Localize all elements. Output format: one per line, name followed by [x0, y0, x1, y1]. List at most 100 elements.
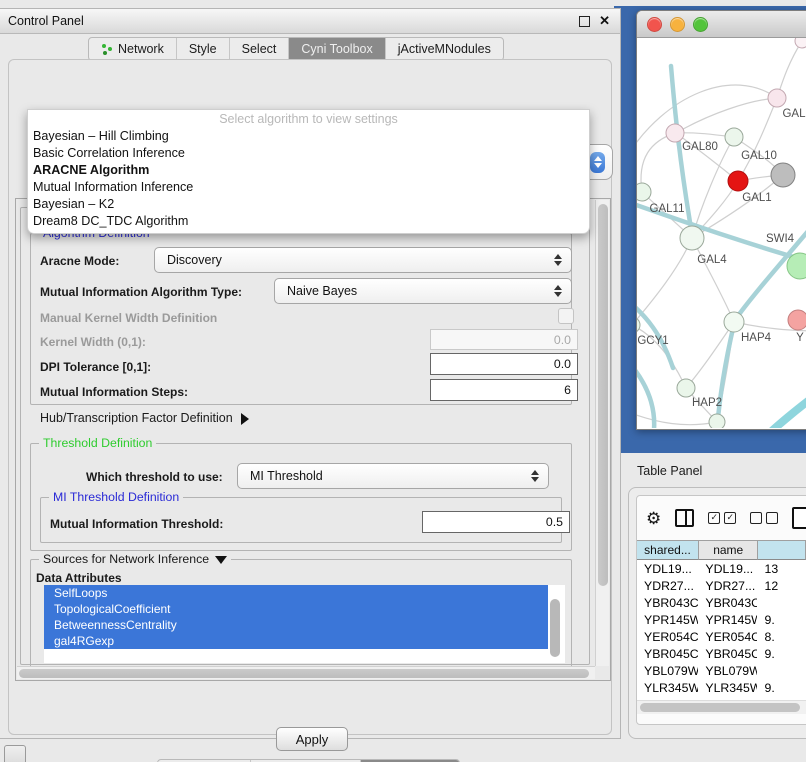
select-all-checkboxes-icon[interactable]: ✓✓: [708, 512, 736, 524]
network-edges-teal: [637, 66, 806, 428]
settings-vertical-scrollbar[interactable]: [595, 200, 609, 666]
tab-style[interactable]: Style: [177, 38, 230, 60]
network-node-hap2[interactable]: [677, 379, 695, 397]
kernel-width-field[interactable]: 0.0: [430, 329, 578, 350]
network-node-gcy1[interactable]: [637, 317, 640, 333]
list-scrollbar-thumb[interactable]: [550, 599, 560, 657]
zoom-traffic-light-icon[interactable]: [693, 17, 708, 32]
algorithm-option[interactable]: ARACNE Algorithm: [28, 162, 589, 179]
network-node-gal[interactable]: [768, 89, 786, 107]
table-cell: 12: [757, 579, 806, 593]
network-node-gal4[interactable]: [680, 226, 704, 250]
column-header[interactable]: [758, 540, 806, 560]
table-row[interactable]: YLR345WYLR345W9.: [637, 679, 806, 696]
algorithm-dropdown-items: Bayesian – Hill ClimbingBasic Correlatio…: [28, 128, 589, 230]
horizontal-scrollbar-thumb[interactable]: [19, 669, 589, 678]
gear-icon[interactable]: ⚙: [646, 510, 661, 527]
table-row[interactable]: YER054CYER054C8.: [637, 628, 806, 645]
table-cell: YBR045C: [637, 647, 698, 661]
network-node-gal10[interactable]: [725, 128, 743, 146]
tab-jactivemnodules[interactable]: jActiveMNodules: [386, 38, 503, 60]
mi-threshold-field[interactable]: 0.5: [422, 511, 570, 533]
node-table[interactable]: shared...name YDL19...YDL19...13YDR27...…: [637, 540, 806, 713]
sources-title: Sources for Network Inference: [43, 552, 209, 566]
mi-algorithm-type-combo[interactable]: Naive Bayes: [274, 278, 572, 304]
manual-kernel-width-checkbox[interactable]: [558, 308, 574, 324]
tab-cyni-toolbox[interactable]: Cyni Toolbox: [289, 38, 385, 60]
table-cell: YDL19...: [698, 562, 757, 576]
file-icon[interactable]: [792, 507, 806, 529]
mi-steps-field[interactable]: 6: [430, 379, 578, 401]
hub-definition-expander[interactable]: Hub/Transcription Factor Definition: [40, 411, 249, 425]
network-node-gal1[interactable]: [728, 171, 748, 191]
dpi-tolerance-field[interactable]: 0.0: [430, 353, 578, 375]
algorithm-option[interactable]: Mutual Information Inference: [28, 179, 589, 196]
algorithm-dropdown-prompt: Select algorithm to view settings: [28, 110, 589, 128]
vertical-scrollbar-thumb[interactable]: [598, 204, 608, 586]
attribute-list-item[interactable]: gal4RGexp: [44, 633, 548, 649]
collapse-arrow-icon: [215, 556, 227, 564]
table-scrollbar-thumb[interactable]: [640, 703, 800, 712]
tab-network[interactable]: Network: [89, 38, 177, 60]
table-horizontal-scrollbar[interactable]: [637, 700, 806, 714]
close-traffic-light-icon[interactable]: [647, 17, 662, 32]
network-node-gal80[interactable]: [666, 124, 684, 142]
combo-stepper-icon[interactable]: [590, 152, 605, 173]
network-node-y[interactable]: [788, 310, 806, 330]
algorithm-option[interactable]: Bayesian – Hill Climbing: [28, 128, 589, 145]
mi-algorithm-type-label: Mutual Information Algorithm Type:: [40, 285, 242, 299]
table-cell: YPR145W: [637, 613, 698, 627]
settings-horizontal-scrollbar[interactable]: [17, 666, 595, 679]
table-cell: 9.: [757, 647, 806, 661]
table-cell: YBR043C: [637, 596, 698, 610]
algorithm-option[interactable]: Dream8 DC_TDC Algorithm: [28, 213, 589, 230]
network-node-label: GCY1: [637, 335, 668, 347]
apply-button[interactable]: Apply: [276, 727, 348, 751]
algorithm-option[interactable]: Bayesian – K2: [28, 196, 589, 213]
columns-icon[interactable]: [675, 509, 694, 527]
table-row[interactable]: YBL079WYBL079W: [637, 662, 806, 679]
control-panel-titlebar: Control Panel ✕: [0, 9, 620, 34]
deselect-all-checkboxes-icon[interactable]: [750, 512, 778, 524]
table-header-row: shared...name: [637, 540, 806, 560]
network-canvas[interactable]: GALGAL80GAL10GAL1GAL11GAL4SWI4GCY1HAP4YH…: [637, 38, 806, 428]
table-cell: YDL19...: [637, 562, 698, 576]
table-row[interactable]: YBR045CYBR045C9.: [637, 645, 806, 662]
table-row[interactable]: YDL19...YDL19...13: [637, 560, 806, 577]
table-cell: 9.: [757, 681, 806, 695]
data-attributes-list[interactable]: SelfLoopsTopologicalCoefficientBetweenne…: [44, 585, 565, 663]
combo-stepper-icon[interactable]: [551, 282, 564, 300]
table-row[interactable]: YBR043CYBR043C: [637, 594, 806, 611]
network-node[interactable]: [795, 38, 806, 48]
attribute-list-item[interactable]: BetweennessCentrality: [44, 617, 548, 633]
table-cell: YDR27...: [698, 579, 757, 593]
aracne-mode-label: Aracne Mode:: [40, 254, 119, 268]
table-cell: YBL079W: [637, 664, 698, 678]
network-graph: GALGAL80GAL10GAL1GAL11GAL4SWI4GCY1HAP4YH…: [637, 38, 806, 428]
threshold-definition-title: Threshold Definition: [39, 436, 156, 450]
minimize-traffic-light-icon[interactable]: [670, 17, 685, 32]
network-node[interactable]: [709, 414, 725, 428]
close-icon[interactable]: ✕: [599, 13, 610, 29]
attribute-list-item[interactable]: TopologicalCoefficient: [44, 601, 548, 617]
sources-title-wrap[interactable]: Sources for Network Inference: [39, 552, 231, 566]
network-node-gal11[interactable]: [637, 183, 651, 201]
aracne-mode-combo[interactable]: Discovery: [154, 247, 572, 273]
network-window-titlebar[interactable]: [637, 11, 806, 38]
combo-stepper-icon[interactable]: [528, 467, 541, 485]
attribute-list-item[interactable]: SelfLoops: [44, 585, 548, 601]
network-node-hap4[interactable]: [724, 312, 744, 332]
control-panel-window: Control Panel ✕ NetworkStyleSelectCyni T…: [0, 8, 621, 739]
table-row[interactable]: YPR145WYPR145W9.: [637, 611, 806, 628]
tab-select[interactable]: Select: [230, 38, 290, 60]
algorithm-option[interactable]: Basic Correlation Inference: [28, 145, 589, 162]
which-threshold-combo[interactable]: MI Threshold: [237, 463, 549, 489]
network-node[interactable]: [771, 163, 795, 187]
column-header[interactable]: shared...: [637, 540, 699, 560]
column-header[interactable]: name: [699, 540, 758, 560]
table-panel-title: Table Panel: [637, 464, 702, 478]
float-window-icon[interactable]: [579, 16, 590, 27]
minimized-panel-icon[interactable]: [4, 745, 26, 762]
combo-stepper-icon[interactable]: [551, 251, 564, 269]
table-row[interactable]: YDR27...YDR27...12: [637, 577, 806, 594]
